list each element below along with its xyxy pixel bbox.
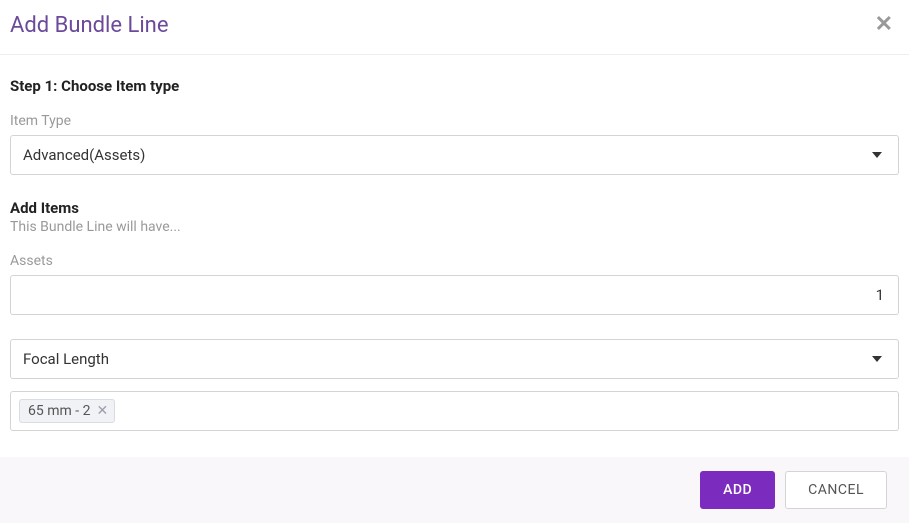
close-icon[interactable]: ✕ — [871, 10, 897, 40]
add-items-heading: Add Items — [10, 199, 899, 217]
add-items-subheading: This Bundle Line will have... — [10, 219, 899, 235]
assets-label: Assets — [10, 253, 899, 269]
cancel-button[interactable]: CANCEL — [785, 471, 887, 509]
chip-remove-icon[interactable]: ✕ — [96, 404, 108, 418]
caret-down-icon — [872, 356, 882, 362]
modal-footer: ADD CANCEL — [0, 457, 909, 523]
add-button[interactable]: ADD — [700, 471, 775, 509]
item-type-select[interactable]: Advanced(Assets) — [10, 135, 899, 175]
item-type-label: Item Type — [10, 113, 899, 129]
attribute-select[interactable]: Focal Length — [10, 339, 899, 379]
chip-label: 65 mm - 2 — [28, 403, 90, 419]
attribute-values-input[interactable]: 65 mm - 2 ✕ — [10, 391, 899, 431]
selected-chip: 65 mm - 2 ✕ — [19, 399, 115, 423]
modal-title: Add Bundle Line — [10, 13, 169, 38]
item-type-value: Advanced(Assets) — [23, 146, 145, 164]
attribute-value: Focal Length — [23, 350, 109, 368]
modal-body: Step 1: Choose Item type Item Type Advan… — [0, 55, 909, 431]
modal-header: Add Bundle Line ✕ — [0, 0, 909, 55]
assets-quantity-input[interactable] — [10, 275, 899, 315]
caret-down-icon — [872, 152, 882, 158]
step-1-heading: Step 1: Choose Item type — [10, 77, 899, 95]
